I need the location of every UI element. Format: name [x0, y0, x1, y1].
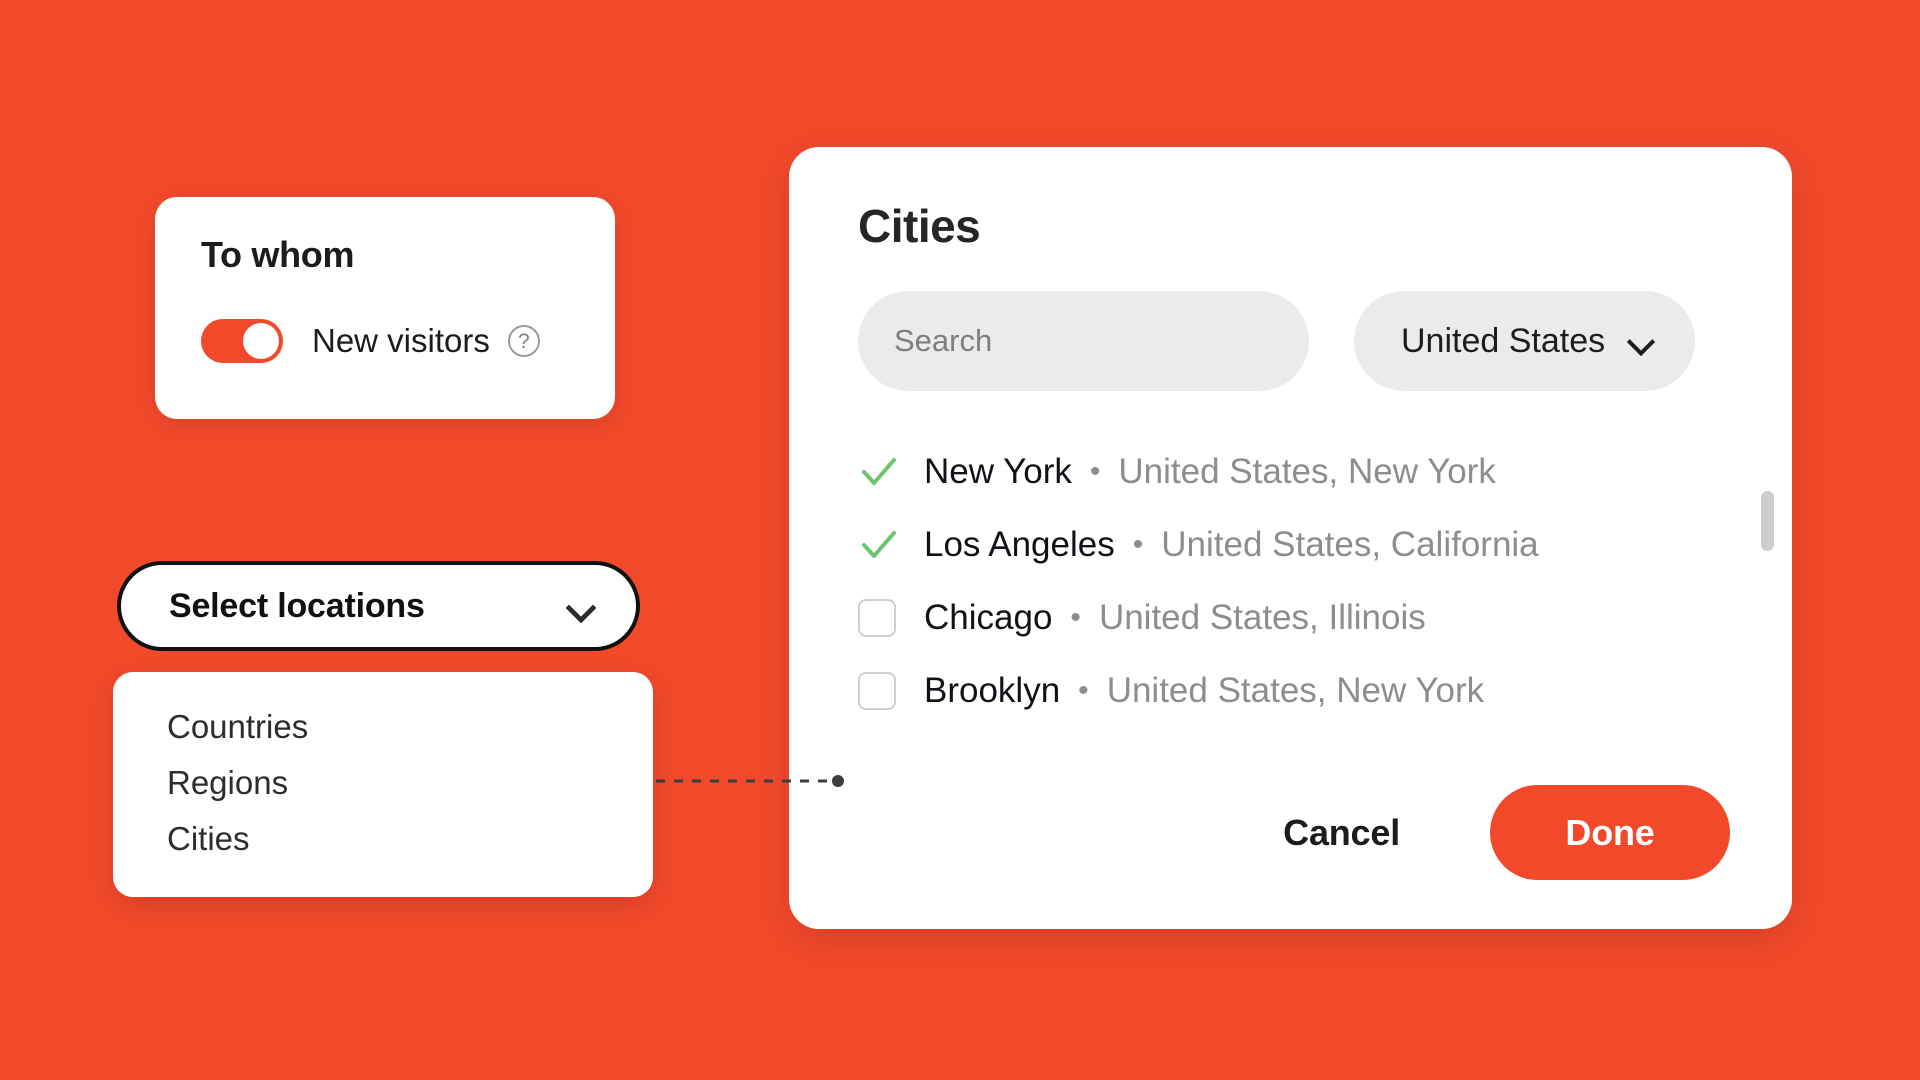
checkbox-empty-icon[interactable]: [858, 598, 896, 637]
check-icon: [862, 530, 896, 558]
city-name: Chicago: [924, 597, 1053, 637]
row-mark[interactable]: [858, 671, 914, 710]
country-select-label: United States: [1401, 321, 1606, 360]
checkbox-empty-icon[interactable]: [858, 671, 896, 710]
city-name: Brooklyn: [924, 670, 1061, 710]
search-input[interactable]: [858, 291, 1309, 391]
cancel-button[interactable]: Cancel: [1283, 812, 1400, 854]
separator-dot: •: [1132, 527, 1144, 561]
row-mark[interactable]: [858, 451, 914, 493]
new-visitors-label: New visitors: [312, 322, 490, 359]
new-visitors-row: New visitors ?: [201, 319, 615, 363]
toggle-knob: [243, 323, 279, 359]
table-row[interactable]: Brooklyn • United States, New York: [858, 654, 1730, 727]
table-row[interactable]: Los Angeles • United States, California: [858, 508, 1730, 581]
city-name: New York: [924, 451, 1072, 491]
city-list: New York • United States, New York Los A…: [858, 435, 1774, 727]
separator-dot: •: [1078, 673, 1089, 707]
select-locations-label: Select locations: [169, 586, 425, 625]
menu-item-countries[interactable]: Countries: [167, 699, 653, 755]
row-mark[interactable]: [858, 598, 914, 637]
city-region: United States, California: [1161, 524, 1539, 564]
locations-dropdown-menu: Countries Regions Cities: [113, 672, 653, 897]
to-whom-card: To whom New visitors ?: [155, 197, 615, 419]
menu-item-cities[interactable]: Cities: [167, 811, 653, 867]
row-mark[interactable]: [858, 524, 914, 566]
menu-item-regions[interactable]: Regions: [167, 755, 653, 811]
cities-modal: Cities United States New York • United S…: [789, 147, 1792, 929]
city-region: United States, New York: [1106, 670, 1485, 710]
city-name: Los Angeles: [924, 524, 1115, 564]
done-button[interactable]: Done: [1490, 785, 1730, 880]
modal-title: Cities: [858, 200, 981, 252]
check-icon: [862, 457, 896, 485]
question-circle-icon[interactable]: ?: [507, 325, 540, 357]
city-region: United States, New York: [1118, 451, 1496, 491]
modal-controls: United States: [858, 291, 1730, 391]
city-region: United States, Illinois: [1098, 597, 1426, 637]
to-whom-title: To whom: [201, 234, 355, 275]
modal-footer: Cancel Done: [858, 785, 1730, 880]
select-locations-button[interactable]: Select locations: [117, 561, 640, 651]
separator-dot: •: [1070, 600, 1081, 634]
table-row[interactable]: New York • United States, New York: [858, 435, 1730, 508]
chevron-down-icon: [1629, 328, 1655, 354]
list-scrollbar[interactable]: [1761, 491, 1774, 551]
new-visitors-toggle[interactable]: [201, 319, 283, 363]
country-select[interactable]: United States: [1354, 291, 1696, 391]
table-row[interactable]: Chicago • United States, Illinois: [858, 581, 1730, 654]
chevron-down-icon: [568, 593, 594, 619]
separator-dot: •: [1089, 454, 1101, 488]
